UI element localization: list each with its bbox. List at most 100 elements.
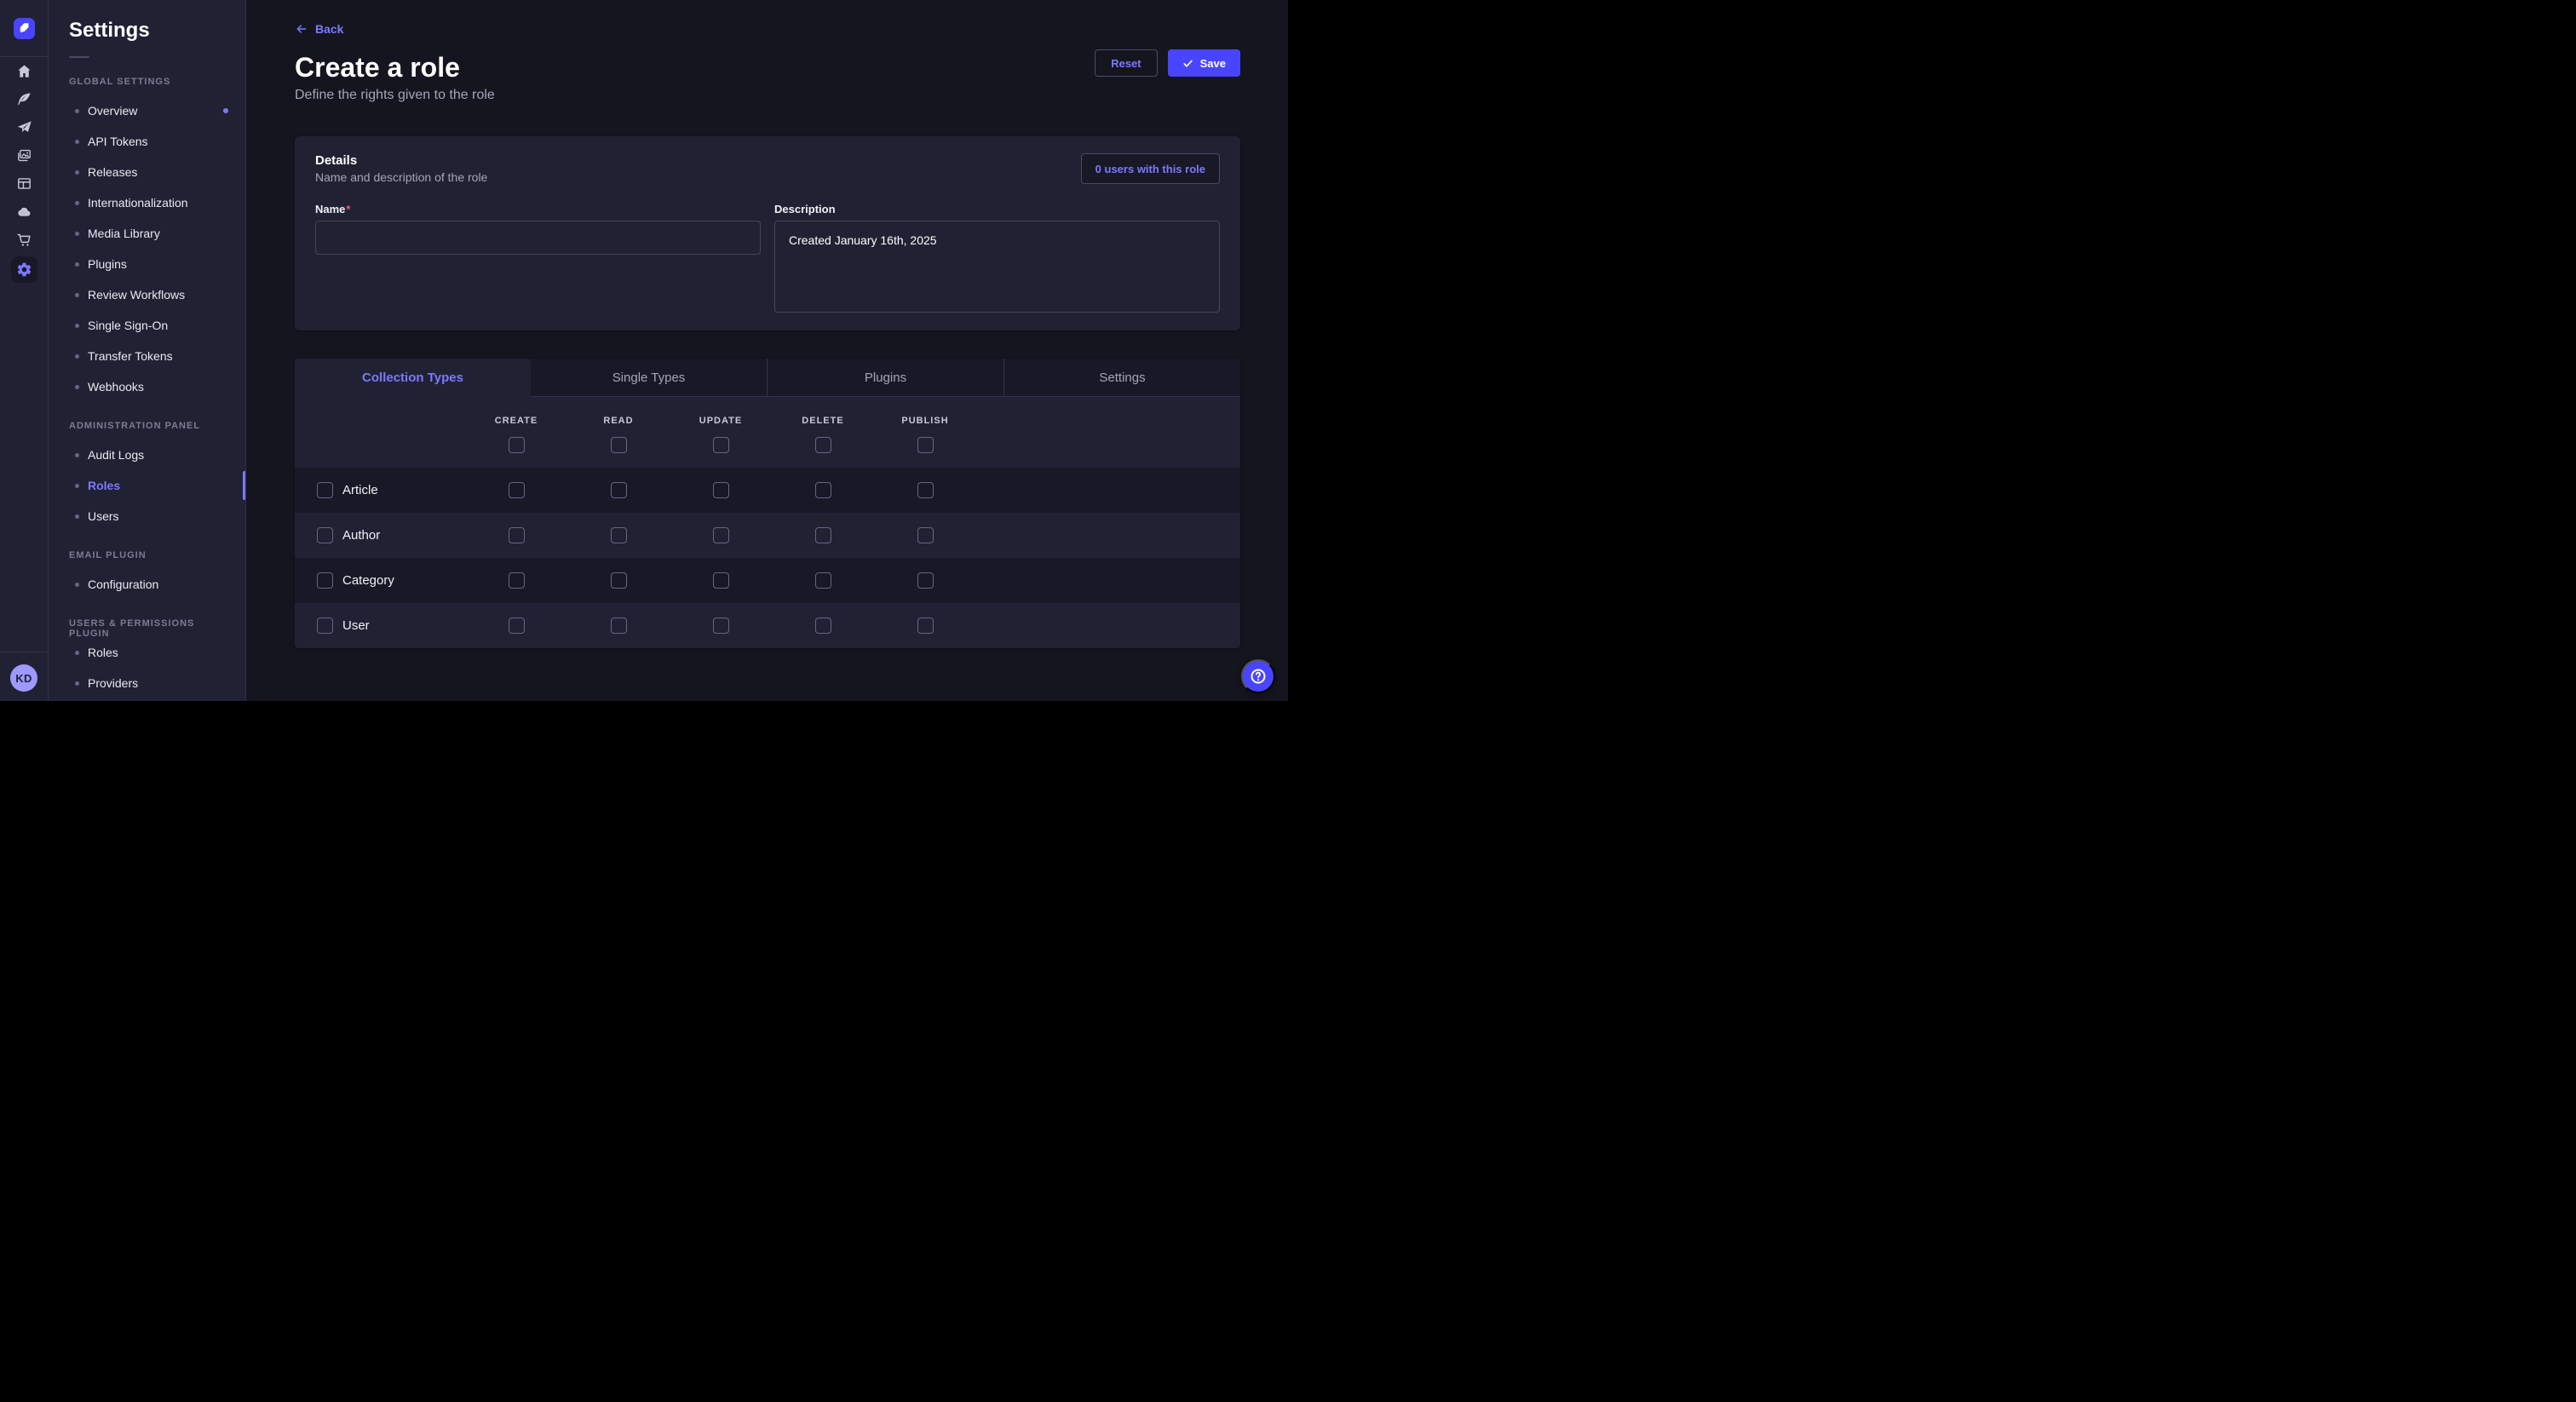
author-publish-checkbox[interactable] — [917, 527, 934, 543]
bullet-icon — [75, 262, 79, 267]
bullet-icon — [75, 484, 79, 488]
author-update-checkbox[interactable] — [713, 527, 729, 543]
arrow-left-icon — [295, 22, 308, 36]
sidebar-item-media-library[interactable]: Media Library — [49, 218, 245, 249]
permissions-header: CREATEREADUPDATEDELETEPUBLISH — [295, 397, 1240, 468]
rail-item-home[interactable] — [11, 60, 37, 82]
rail-divider — [0, 56, 48, 57]
save-button[interactable]: Save — [1168, 49, 1240, 77]
select-all-create-checkbox[interactable] — [509, 437, 525, 453]
bullet-icon — [75, 453, 79, 457]
tab-single-types[interactable]: Single Types — [531, 359, 767, 396]
row-select-checkbox[interactable] — [317, 482, 333, 498]
sidebar-item-roles[interactable]: Roles — [49, 470, 245, 501]
cloud-icon — [16, 204, 32, 220]
sidebar-item-configuration[interactable]: Configuration — [49, 569, 245, 600]
rail-item-feather-pen[interactable] — [11, 88, 37, 110]
sidebar-item-review-workflows[interactable]: Review Workflows — [49, 279, 245, 310]
sidebar-section-label: GLOBAL SETTINGS — [49, 77, 245, 89]
user-create-checkbox[interactable] — [509, 618, 525, 634]
strapi-logo[interactable] — [14, 18, 35, 39]
article-update-checkbox[interactable] — [713, 482, 729, 498]
rail-item-settings-gear[interactable] — [11, 256, 37, 283]
name-input[interactable] — [315, 221, 761, 255]
article-create-checkbox[interactable] — [509, 482, 525, 498]
category-update-checkbox[interactable] — [713, 572, 729, 589]
rail-item-paper-plane[interactable] — [11, 116, 37, 138]
bullet-icon — [75, 514, 79, 519]
user-avatar[interactable]: KD — [10, 664, 37, 692]
category-create-checkbox[interactable] — [509, 572, 525, 589]
users-with-role-button[interactable]: 0 users with this role — [1081, 153, 1220, 184]
rail-item-media-pictures[interactable] — [11, 144, 37, 166]
rail-item-cloud[interactable] — [11, 200, 37, 222]
layout-panel-icon — [16, 175, 32, 192]
bullet-icon — [75, 232, 79, 236]
sidebar-item-webhooks[interactable]: Webhooks — [49, 371, 245, 402]
back-label: Back — [315, 22, 343, 36]
sidebar-item-roles[interactable]: Roles — [49, 637, 245, 668]
rail-item-layout-panel[interactable] — [11, 172, 37, 194]
feather-pen-icon — [16, 91, 32, 107]
tab-settings[interactable]: Settings — [1003, 359, 1240, 396]
sidebar-item-overview[interactable]: Overview — [49, 95, 245, 126]
sidebar-item-providers[interactable]: Providers — [49, 668, 245, 698]
sidebar-item-single-sign-on[interactable]: Single Sign-On — [49, 310, 245, 341]
bullet-icon — [75, 583, 79, 587]
checkbox-cell — [874, 572, 976, 589]
author-delete-checkbox[interactable] — [815, 527, 831, 543]
sidebar-section: ADMINISTRATION PANEL Audit Logs Roles Us… — [49, 421, 245, 531]
entity-label: Article — [342, 483, 378, 497]
category-delete-checkbox[interactable] — [815, 572, 831, 589]
checkbox-cell — [567, 437, 670, 453]
select-all-publish-checkbox[interactable] — [917, 437, 934, 453]
row-select-checkbox[interactable] — [317, 527, 333, 543]
author-create-checkbox[interactable] — [509, 527, 525, 543]
reset-button[interactable]: Reset — [1095, 49, 1157, 77]
help-button[interactable] — [1241, 659, 1275, 693]
checkbox-cell — [772, 437, 874, 453]
sidebar-item-transfer-tokens[interactable]: Transfer Tokens — [49, 341, 245, 371]
row-select-checkbox[interactable] — [317, 618, 333, 634]
checkbox-cell — [772, 482, 874, 498]
row-select-checkbox[interactable] — [317, 572, 333, 589]
user-delete-checkbox[interactable] — [815, 618, 831, 634]
entity-label: Author — [342, 528, 380, 543]
checkbox-cell — [567, 572, 670, 589]
checkbox-cell — [465, 527, 567, 543]
sidebar-section: GLOBAL SETTINGS Overview API Tokens Rele… — [49, 77, 245, 402]
select-all-update-checkbox[interactable] — [713, 437, 729, 453]
description-field-group: Description — [774, 203, 1220, 317]
author-read-checkbox[interactable] — [611, 527, 627, 543]
tab-collection-types[interactable]: Collection Types — [295, 359, 531, 396]
table-row: Article — [295, 468, 1240, 513]
settings-sidebar: Settings GLOBAL SETTINGS Overview API To… — [49, 0, 246, 701]
checkbox-cell — [670, 572, 772, 589]
article-publish-checkbox[interactable] — [917, 482, 934, 498]
sidebar-item-api-tokens[interactable]: API Tokens — [49, 126, 245, 157]
user-publish-checkbox[interactable] — [917, 618, 934, 634]
checkbox-cell — [670, 527, 772, 543]
tab-plugins[interactable]: Plugins — [767, 359, 1003, 396]
select-all-read-checkbox[interactable] — [611, 437, 627, 453]
checkbox-cell — [465, 482, 567, 498]
icon-rail: KD — [0, 0, 49, 701]
sidebar-item-releases[interactable]: Releases — [49, 157, 245, 187]
sidebar-item-label: Media Library — [88, 227, 160, 240]
rail-item-cart[interactable] — [11, 228, 37, 250]
sidebar-item-audit-logs[interactable]: Audit Logs — [49, 440, 245, 470]
checkbox-cell — [670, 618, 772, 634]
category-read-checkbox[interactable] — [611, 572, 627, 589]
back-link[interactable]: Back — [295, 20, 343, 37]
sidebar-item-internationalization[interactable]: Internationalization — [49, 187, 245, 218]
description-textarea[interactable] — [774, 221, 1220, 313]
active-indicator — [243, 471, 245, 500]
sidebar-item-users[interactable]: Users — [49, 501, 245, 531]
user-update-checkbox[interactable] — [713, 618, 729, 634]
article-delete-checkbox[interactable] — [815, 482, 831, 498]
sidebar-item-plugins[interactable]: Plugins — [49, 249, 245, 279]
category-publish-checkbox[interactable] — [917, 572, 934, 589]
select-all-delete-checkbox[interactable] — [815, 437, 831, 453]
article-read-checkbox[interactable] — [611, 482, 627, 498]
user-read-checkbox[interactable] — [611, 618, 627, 634]
